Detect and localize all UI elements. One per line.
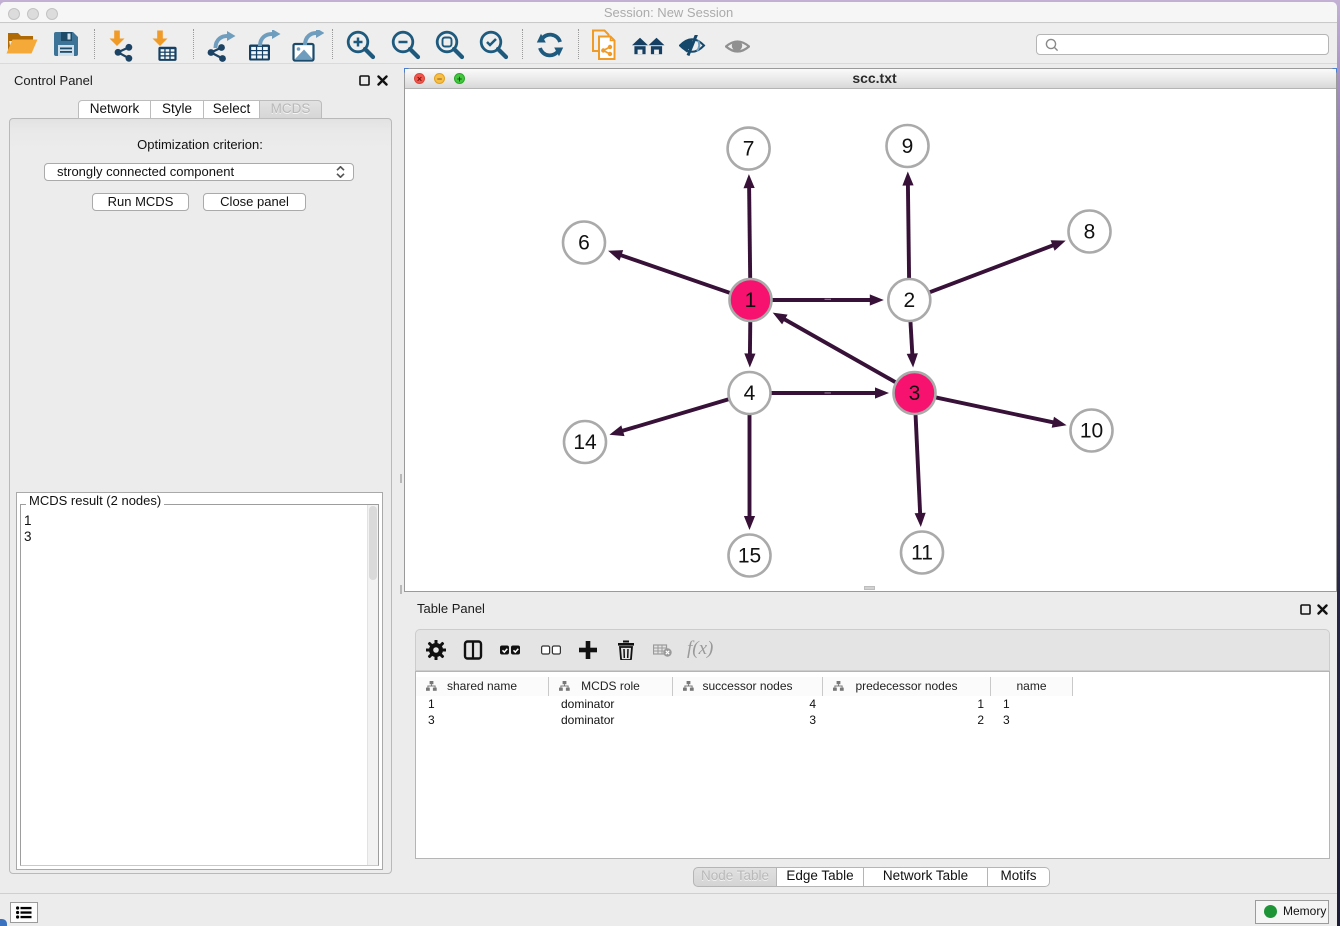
svg-text:8: 8 (1084, 221, 1096, 244)
svg-text:1: 1 (745, 289, 757, 312)
svg-text:10: 10 (1080, 420, 1103, 443)
svg-text:6: 6 (578, 232, 590, 255)
svg-text:14: 14 (573, 431, 597, 454)
svg-text:7: 7 (743, 138, 755, 161)
svg-text:3: 3 (909, 382, 921, 405)
svg-text:11: 11 (911, 542, 933, 565)
svg-text:4: 4 (744, 382, 756, 405)
svg-text:9: 9 (902, 135, 914, 158)
svg-text:2: 2 (903, 289, 915, 312)
svg-text:15: 15 (738, 545, 761, 568)
